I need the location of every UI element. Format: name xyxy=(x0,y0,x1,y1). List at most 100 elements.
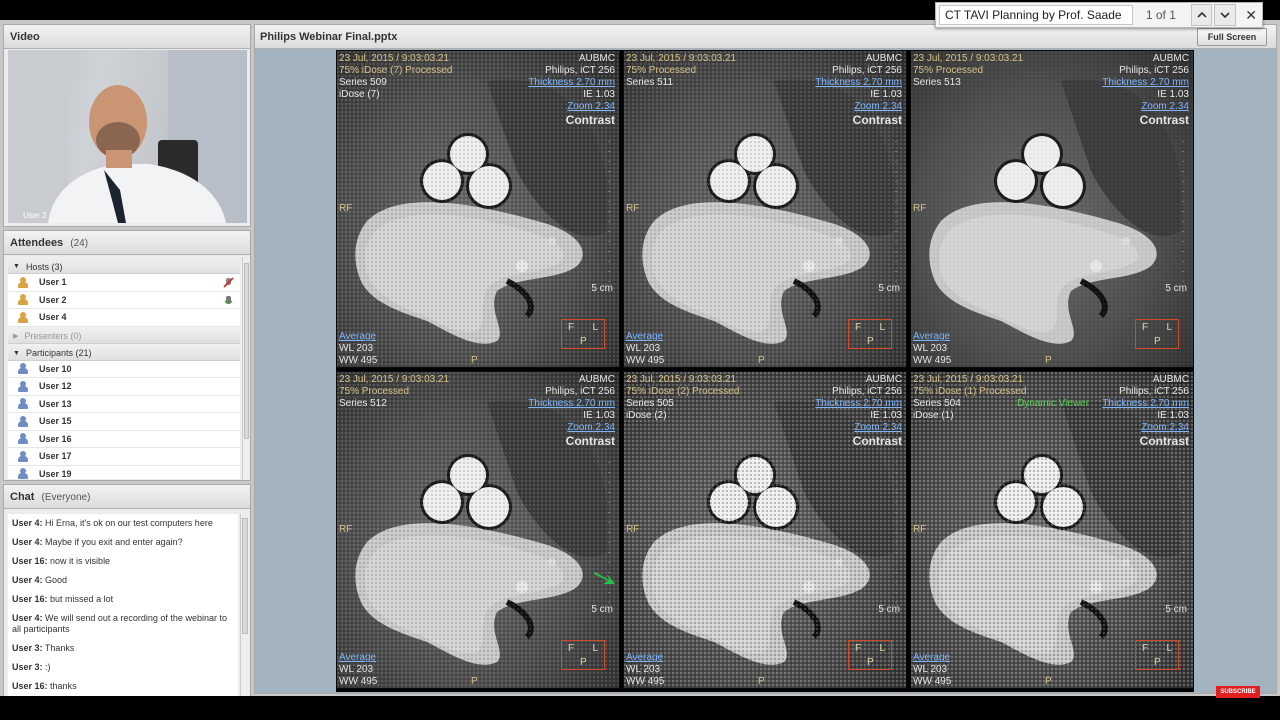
scrollbar-thumb[interactable] xyxy=(242,518,248,634)
share-pod: Philips Webinar Final.pptx Full Screen 2… xyxy=(254,24,1277,694)
ct-image-panel[interactable]: 23 Jul, 2015 / 9:03:03.21 AUBMC 75% Proces… xyxy=(623,50,907,368)
ct-institution: AUBMC xyxy=(578,53,615,64)
attendee-name: User 17 xyxy=(39,451,72,462)
hosts-group-header[interactable]: ▼ Hosts (3) xyxy=(8,257,240,274)
ct-thickness: Thickness 2.70 mm xyxy=(528,398,615,409)
microphone-active-icon xyxy=(224,295,233,304)
chat-message: User 16: thanks xyxy=(12,681,234,692)
ct-p-label: P xyxy=(758,676,765,687)
ct-ww: WW 495 xyxy=(626,355,665,366)
ct-ww: WW 495 xyxy=(339,355,378,366)
presenters-group-label: Presenters (0) xyxy=(24,331,82,341)
ct-scanner: Philips, iCT 256 xyxy=(832,65,902,76)
orientation-p: P xyxy=(1154,657,1161,668)
subscribe-badge[interactable]: SUBSCRIBE xyxy=(1216,686,1260,698)
attendee-name: User 12 xyxy=(39,381,72,392)
participant-person-icon xyxy=(18,433,28,445)
full-screen-button[interactable]: Full Screen xyxy=(1197,28,1267,46)
ct-ww: WW 495 xyxy=(913,676,952,687)
orientation-l: L xyxy=(1166,322,1172,333)
ct-institution: AUBMC xyxy=(1152,53,1189,64)
attendees-scrollbar[interactable] xyxy=(242,257,250,479)
video-pod-title: Video xyxy=(4,25,250,49)
microphone-muted-icon xyxy=(223,277,234,288)
chat-scrollbar[interactable] xyxy=(240,514,249,710)
ct-image-panel[interactable]: 23 Jul, 2015 / 9:03:03.21 AUBMC 75% Proces… xyxy=(336,371,620,689)
ct-scale-label: 5 cm xyxy=(1165,604,1187,615)
ct-wl: WL 203 xyxy=(339,343,374,354)
ct-scale-label: 5 cm xyxy=(591,283,613,294)
ct-contrast-label: Contrast xyxy=(565,113,615,127)
host-person-icon xyxy=(18,311,28,323)
orientation-f: F xyxy=(568,643,575,654)
ct-contrast-label: Contrast xyxy=(565,434,615,448)
attendee-name: User 13 xyxy=(39,398,72,409)
ct-ie: IE 1.03 xyxy=(870,410,902,421)
ct-rf-label: RF xyxy=(339,203,353,214)
ct-processing: 75% iDose (2) Processed xyxy=(626,386,740,397)
ct-zoom: Zoom 2.34 xyxy=(1141,101,1189,112)
ct-date: 23 Jul, 2015 / 9:03:03.21 xyxy=(339,53,450,64)
scrollbar-thumb[interactable] xyxy=(244,263,249,439)
video-user-label: User 2 xyxy=(23,211,47,220)
attendee-name: User 4 xyxy=(39,312,67,323)
find-close-button[interactable]: ✕ xyxy=(1240,4,1262,26)
participant-person-icon xyxy=(18,450,28,462)
ct-wl: WL 203 xyxy=(626,343,661,354)
orientation-l: L xyxy=(879,322,885,333)
ct-thickness: Thickness 2.70 mm xyxy=(815,77,902,88)
attendee-row[interactable]: User 15 xyxy=(8,413,240,431)
attendee-row[interactable]: User 19 xyxy=(8,466,240,479)
chat-message: User 16: now it is visible xyxy=(12,556,234,567)
document-title: Philips Webinar Final.pptx xyxy=(260,31,398,43)
participants-group-header[interactable]: ▼ Participants (21) xyxy=(8,343,240,361)
ct-ie: IE 1.03 xyxy=(1157,410,1189,421)
attendee-row[interactable]: User 2 xyxy=(8,292,240,309)
chat-author: User 16: xyxy=(12,681,48,691)
webcam-video[interactable]: User 2 xyxy=(8,50,247,223)
attendee-name: User 1 xyxy=(39,277,67,288)
attendee-row[interactable]: User 16 xyxy=(8,431,240,448)
attendee-row[interactable]: User 4 xyxy=(8,309,240,327)
ct-scale-label: 5 cm xyxy=(591,604,613,615)
chat-text: but missed a lot xyxy=(50,594,114,604)
ct-scanner: Philips, iCT 256 xyxy=(1119,65,1189,76)
find-next-button[interactable] xyxy=(1214,4,1237,26)
attendee-row[interactable]: User 13 xyxy=(8,396,240,413)
green-arrow-icon xyxy=(594,572,615,584)
ct-image-panel[interactable]: 23 Jul, 2015 / 9:03:03.21 AUBMC 75% iDose … xyxy=(336,50,620,368)
chat-author: User 4: xyxy=(12,518,43,528)
chat-text: Thanks xyxy=(44,643,75,653)
ct-series: Series 505 xyxy=(626,398,674,409)
ct-processing: 75% Processed xyxy=(913,65,984,76)
ct-series: Series 512 xyxy=(339,398,387,409)
attendee-row[interactable]: User 12 xyxy=(8,378,240,396)
attendee-row[interactable]: User 10 xyxy=(8,361,240,378)
find-input[interactable] xyxy=(939,5,1134,25)
attendee-row[interactable]: User 17 xyxy=(8,448,240,466)
orientation-l: L xyxy=(879,643,885,654)
ct-image-panel[interactable]: 23 Jul, 2015 / 9:03:03.21 AUBMC 75% Proces… xyxy=(910,50,1194,368)
ct-series: Series 504 xyxy=(913,398,961,409)
ct-wl: WL 203 xyxy=(913,343,948,354)
presenters-group-header[interactable]: ▶ Presenters (0) xyxy=(8,326,240,344)
chat-scope[interactable]: (Everyone) xyxy=(42,492,91,503)
chat-text: We will send out a recording of the webi… xyxy=(12,613,227,634)
ct-image-panel[interactable]: 23 Jul, 2015 / 9:03:03.21 AUBMC 75% iDose … xyxy=(910,371,1194,689)
ct-image-panel[interactable]: 23 Jul, 2015 / 9:03:03.21 AUBMC 75% iDose … xyxy=(623,371,907,689)
chat-pod-title: Chat (Everyone) xyxy=(4,485,250,509)
orientation-cube: F LP xyxy=(1135,319,1179,349)
attendee-name: User 16 xyxy=(39,433,72,444)
ct-ie: IE 1.03 xyxy=(1157,89,1189,100)
orientation-cube: F LP xyxy=(1135,640,1179,670)
ct-rf-label: RF xyxy=(626,203,640,214)
orientation-p: P xyxy=(867,336,874,347)
find-previous-button[interactable] xyxy=(1190,4,1213,26)
ct-scale-label: 5 cm xyxy=(1165,283,1187,294)
presentation-slide[interactable]: 23 Jul, 2015 / 9:03:03.21 AUBMC 75% iDose … xyxy=(336,50,1194,692)
ct-scanner: Philips, iCT 256 xyxy=(545,65,615,76)
orientation-cube: F LP xyxy=(848,319,892,349)
ct-average-link: Average xyxy=(626,331,664,342)
attendee-row[interactable]: User 1 xyxy=(8,274,240,292)
chat-pod: Chat (Everyone) User 4: Hi Erna, it's ok… xyxy=(3,484,251,714)
